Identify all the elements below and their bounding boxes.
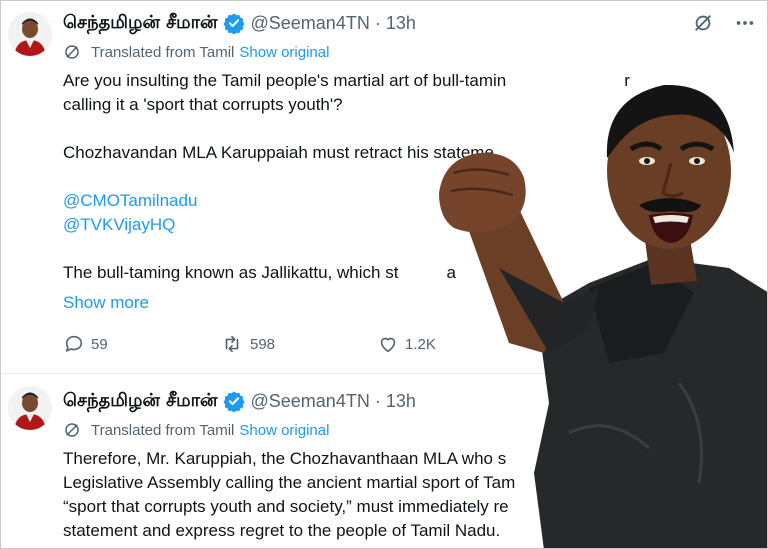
overlay-photo	[439, 84, 767, 548]
translation-note: Translated from Tamil Show original	[63, 43, 329, 61]
verified-badge-icon	[222, 391, 245, 412]
reply-button[interactable]: 59	[63, 333, 220, 355]
like-count: 1.2K	[405, 335, 436, 353]
translated-label: Translated from Tamil	[91, 421, 235, 439]
author-handle[interactable]: @Seeman4TN · 13h	[251, 391, 416, 412]
avatar[interactable]	[8, 386, 52, 430]
author-name[interactable]: செந்தமிழன் சீமான்	[63, 390, 218, 413]
tweet-text-line: The bull-taming known as Jallikattu, whi…	[63, 263, 399, 282]
show-original-link[interactable]: Show original	[239, 44, 329, 61]
more-icon[interactable]	[733, 11, 757, 35]
show-more-link[interactable]: Show more	[63, 293, 149, 313]
translation-note: Translated from Tamil Show original	[63, 421, 329, 439]
tweet-header: செந்தமிழன் சீமான் @Seeman4TN · 13h	[63, 387, 416, 415]
tweet-header: செந்தமிழன் சீமான் @Seeman4TN · 13h	[63, 9, 416, 37]
translated-label: Translated from Tamil	[91, 43, 235, 61]
retweet-button[interactable]: 598	[220, 333, 377, 355]
grok-icon[interactable]	[691, 11, 715, 35]
author-handle[interactable]: @Seeman4TN · 13h	[251, 13, 416, 34]
reply-icon	[65, 335, 83, 352]
avatar[interactable]	[8, 12, 52, 56]
retweet-icon	[225, 335, 239, 353]
show-original-link[interactable]: Show original	[239, 422, 329, 439]
like-icon	[380, 337, 396, 353]
screenshot-frame: செந்தமிழன் சீமான் @Seeman4TN · 13h Trans…	[0, 0, 768, 549]
verified-badge-icon	[222, 13, 245, 34]
author-name[interactable]: செந்தமிழன் சீமான்	[63, 12, 218, 35]
tweet-toolbar	[691, 11, 757, 35]
globe-icon	[65, 423, 79, 437]
retweet-count: 598	[250, 335, 276, 353]
globe-icon	[65, 45, 79, 59]
reply-count: 59	[91, 335, 108, 353]
